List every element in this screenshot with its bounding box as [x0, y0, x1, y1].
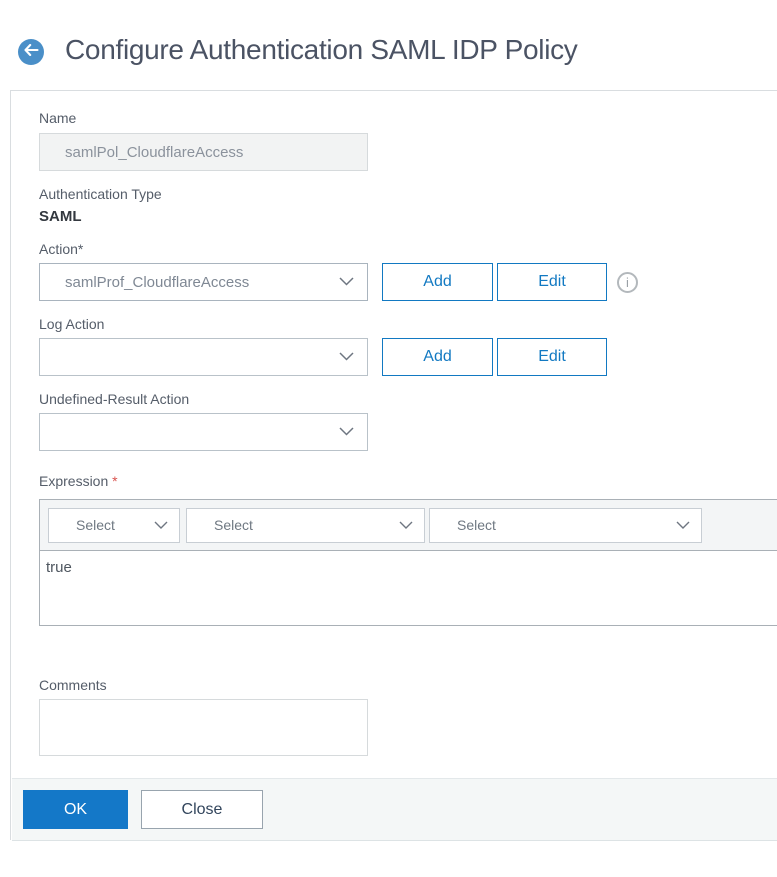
expression-editor: Select Select Select true [39, 499, 777, 626]
chevron-down-icon [339, 348, 354, 366]
action-add-button[interactable]: Add [382, 263, 493, 301]
expression-body: true [40, 551, 777, 625]
page-header: Configure Authentication SAML IDP Policy [0, 0, 777, 67]
comments-input[interactable] [39, 699, 368, 756]
expression-select-2-value: Select [214, 517, 253, 533]
chevron-down-icon [154, 516, 168, 534]
chevron-down-icon [399, 516, 413, 534]
comments-label: Comments [39, 677, 107, 693]
action-dropdown[interactable]: samlProf_CloudflareAccess [39, 263, 368, 301]
undefined-action-dropdown[interactable] [39, 413, 368, 451]
log-action-row: Add Edit [39, 338, 777, 376]
log-action-label: Log Action [39, 316, 105, 332]
arrow-left-icon [23, 43, 39, 61]
expression-label-text: Expression [39, 473, 113, 489]
chevron-down-icon [676, 516, 690, 534]
expression-label: Expression * [39, 474, 777, 488]
expression-select-3-value: Select [457, 517, 496, 533]
footer-bar: OK Close [12, 778, 777, 841]
expression-toolbar: Select Select Select [40, 500, 777, 551]
log-action-dropdown[interactable] [39, 338, 368, 376]
log-action-add-button[interactable]: Add [382, 338, 493, 376]
auth-type-label: Authentication Type [39, 186, 162, 202]
chevron-down-icon [339, 273, 354, 291]
form-panel: Name Authentication Type SAML Action* sa… [10, 90, 777, 841]
chevron-down-icon [339, 423, 354, 441]
auth-type-value: SAML [39, 208, 82, 225]
expression-select-2[interactable]: Select [186, 507, 425, 543]
ok-button[interactable]: OK [23, 790, 128, 829]
expression-select-3[interactable]: Select [429, 507, 702, 543]
required-asterisk: * [112, 473, 118, 489]
close-button[interactable]: Close [141, 790, 263, 829]
page-title: Configure Authentication SAML IDP Policy [65, 34, 578, 65]
name-input[interactable] [39, 133, 368, 171]
undefined-action-label: Undefined-Result Action [39, 391, 190, 407]
name-label: Name [39, 110, 77, 126]
action-dropdown-value: samlProf_CloudflareAccess [65, 273, 250, 291]
info-icon[interactable]: i [617, 271, 638, 293]
expression-select-1-value: Select [76, 517, 115, 533]
back-button[interactable] [18, 39, 44, 65]
log-action-edit-button[interactable]: Edit [497, 338, 607, 376]
action-edit-button[interactable]: Edit [497, 263, 607, 301]
action-row: samlProf_CloudflareAccess Add Edit i [39, 263, 777, 301]
undefined-action-row [39, 413, 777, 451]
expression-input[interactable]: true [40, 551, 777, 625]
action-label: Action* [39, 241, 84, 257]
expression-select-1[interactable]: Select [48, 507, 180, 543]
